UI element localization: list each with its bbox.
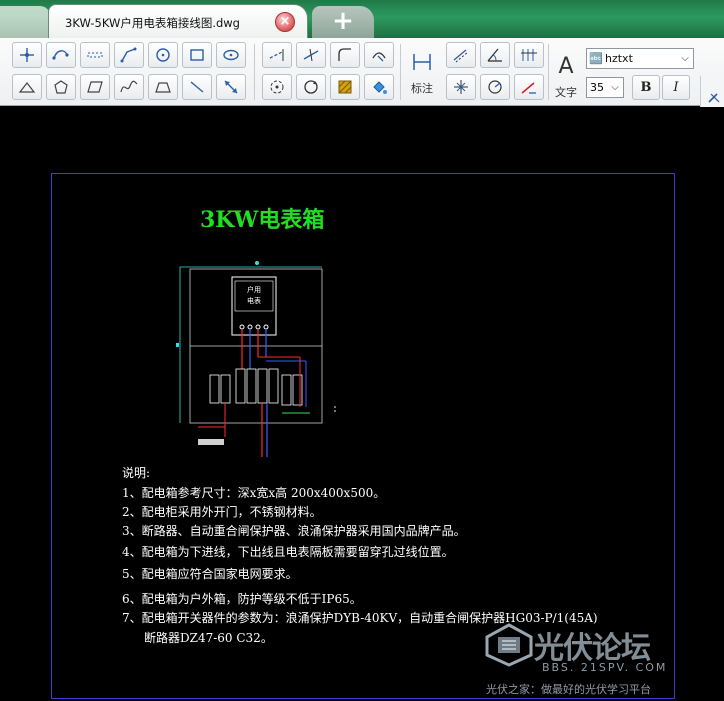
italic-button[interactable]: I: [662, 75, 690, 100]
ellipse-icon[interactable]: [216, 42, 246, 68]
meter-terminal: [239, 324, 245, 330]
chevron-down-icon: ⌵: [681, 53, 689, 64]
annotate-button[interactable]: 标注: [406, 44, 438, 100]
polyline-icon[interactable]: [114, 42, 144, 68]
surge-protector: [292, 374, 303, 406]
font-size-value: 35: [590, 81, 604, 94]
meter-terminal: [247, 324, 253, 330]
fillet-icon[interactable]: [330, 42, 360, 68]
point-icon[interactable]: [12, 42, 42, 68]
dimension-icon: [410, 44, 434, 80]
trim-icon[interactable]: [296, 42, 326, 68]
rotate-icon[interactable]: [262, 74, 292, 100]
breaker: [257, 368, 268, 404]
leader-icon[interactable]: [514, 74, 544, 100]
note-item: 5、配电箱应符合国家电网要求。: [122, 567, 298, 581]
bold-button[interactable]: B: [632, 75, 660, 100]
meter-label: 户用: [247, 285, 261, 294]
breaker: [235, 368, 246, 404]
font-name-value: hztxt: [605, 52, 633, 65]
triangle-icon[interactable]: [12, 74, 42, 100]
arrow-icon[interactable]: [216, 74, 246, 100]
meter-label: 电表: [247, 296, 261, 305]
break-icon[interactable]: [364, 42, 394, 68]
chevron-down-icon: ⌵: [611, 82, 619, 93]
inactive-tab-edge[interactable]: [0, 6, 50, 38]
hatch-icon[interactable]: [330, 74, 360, 100]
breaker: [220, 374, 231, 404]
dimension-mark-icon[interactable]: [446, 74, 476, 100]
new-tab-button[interactable]: +: [312, 6, 374, 38]
freehand-icon[interactable]: [114, 74, 144, 100]
ground-bar: [198, 439, 224, 445]
close-tab-icon[interactable]: ×: [275, 12, 295, 32]
fill-icon[interactable]: [364, 74, 394, 100]
line-icon[interactable]: [182, 74, 212, 100]
font-type-icon: 🔤: [589, 52, 603, 65]
breaker: [246, 368, 257, 404]
text-icon: A: [558, 53, 574, 79]
radius-dimension-icon[interactable]: [480, 74, 510, 100]
dimension-marker: [176, 343, 179, 347]
text-button[interactable]: A 文字: [550, 48, 582, 104]
note-item: 1、配电箱参考尺寸：深x宽x高 200x400x500。: [122, 486, 386, 500]
watermark-url: BBS. 21SPV. COM: [542, 661, 668, 674]
marker-dot: [334, 406, 336, 408]
document-tab[interactable]: 3KW-5KW户用电表箱接线图.dwg ×: [48, 4, 308, 38]
meter-box-wiring-diagram: 户用 电表: [176, 261, 336, 457]
spline-icon[interactable]: [46, 42, 76, 68]
note-item: 3、断路器、自动重合闸保护器、浪涌保护器采用国内品牌产品。: [122, 524, 466, 538]
note-item: 4、配电箱为下进线，下出线且电表隔板需要留穿孔过线位置。: [122, 545, 454, 559]
font-size-select[interactable]: 35 ⌵: [586, 77, 624, 98]
forum-logo-icon: [485, 623, 533, 667]
text-label: 文字: [555, 86, 577, 99]
parallelogram-icon[interactable]: [80, 74, 110, 100]
rectangle-icon[interactable]: [182, 42, 212, 68]
dimension-marker: [255, 261, 259, 265]
breaker: [268, 368, 279, 404]
marker-dot: [334, 410, 336, 412]
meter-terminal: [263, 324, 269, 330]
extend-icon[interactable]: [262, 42, 292, 68]
font-name-select[interactable]: 🔤 hztxt ⌵: [586, 48, 694, 69]
circle-icon[interactable]: [148, 42, 178, 68]
toolbar-separator: [254, 44, 255, 100]
pentagon-icon[interactable]: [46, 74, 76, 100]
watermark: 光伏论坛 BBS. 21SPV. COM 光伏之家：做最好的光伏学习平台: [484, 621, 724, 701]
dashed-line-icon[interactable]: [80, 42, 110, 68]
rotate-copy-icon[interactable]: [296, 74, 326, 100]
toolbar-separator: [400, 44, 401, 100]
watermark-slogan: 光伏之家：做最好的光伏学习平台: [486, 683, 651, 696]
toolbar-separator: [548, 44, 549, 100]
note-item: 2、配电柜采用外开门，不锈钢材料。: [122, 505, 322, 519]
drawing-canvas[interactable]: 3KW电表箱 户用 电表 说明: 1、配电箱参考尺寸：深x宽x高 200x400…: [0, 107, 724, 701]
surge-protector: [281, 374, 292, 406]
drawing-title: 3KW电表箱: [200, 207, 325, 233]
trapezoid-icon[interactable]: [148, 74, 178, 100]
notes-heading: 说明:: [122, 466, 151, 480]
angle-dimension-icon[interactable]: [480, 42, 510, 68]
note-item: 断路器DZ47-60 C32。: [144, 631, 273, 645]
meter-terminal: [255, 324, 261, 330]
document-tab-title: 3KW-5KW户用电表箱接线图.dwg: [65, 16, 240, 30]
tab-bar: 3KW-5KW户用电表箱接线图.dwg × +: [0, 0, 724, 38]
continuous-dimension-icon[interactable]: [514, 42, 544, 68]
note-item: 6、配电箱为户外箱，防护等级不低于IP65。: [122, 592, 362, 606]
aligned-dimension-icon[interactable]: [446, 42, 476, 68]
annotate-label: 标注: [411, 82, 433, 95]
breaker: [209, 374, 220, 404]
